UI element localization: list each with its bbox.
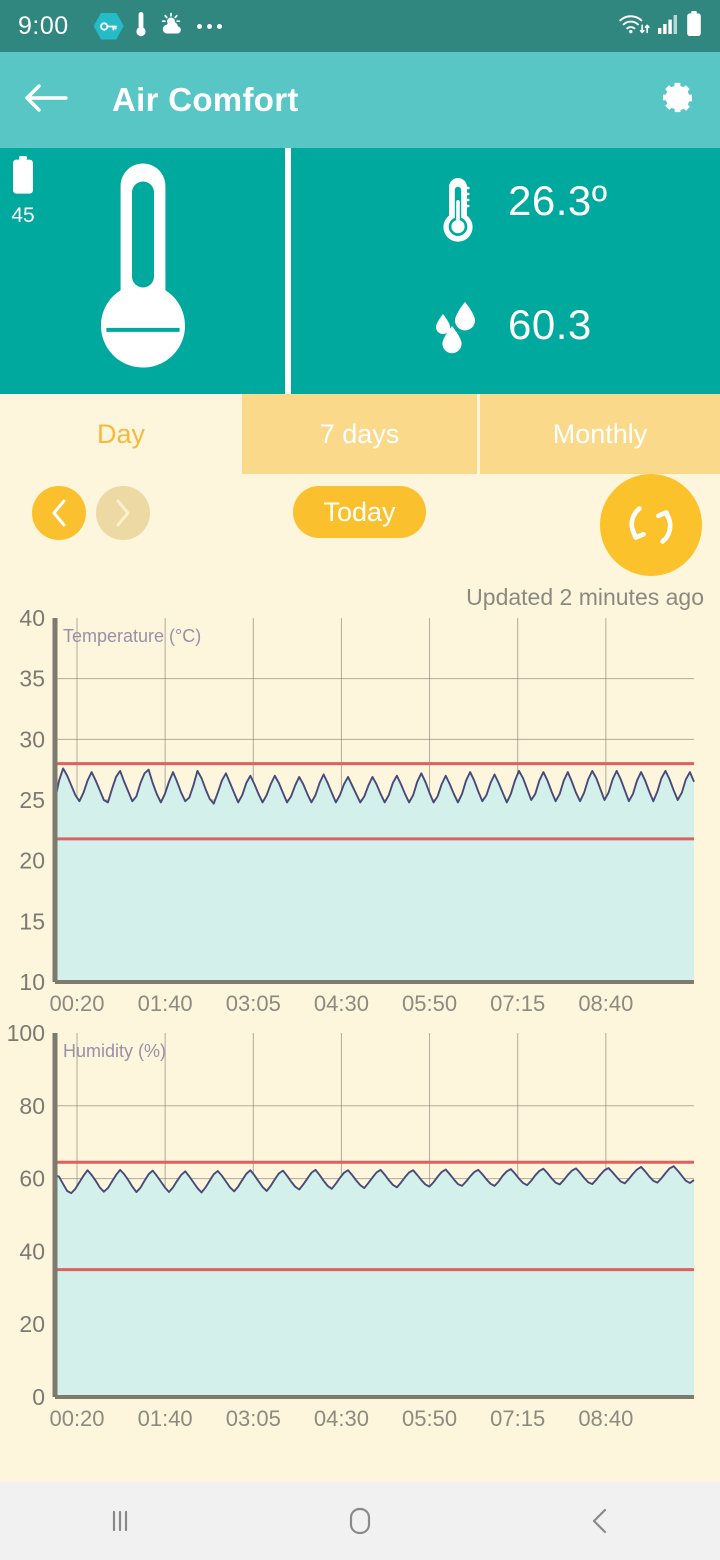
status-bar-clock: 9:00 xyxy=(18,11,69,40)
svg-text:80: 80 xyxy=(19,1093,45,1119)
svg-text:10: 10 xyxy=(19,969,45,995)
previous-day-button[interactable] xyxy=(32,486,86,540)
temperature-reading: 26.3º C xyxy=(430,176,608,242)
svg-text:30: 30 xyxy=(19,726,45,752)
refresh-button[interactable] xyxy=(600,474,702,576)
svg-text:01:40: 01:40 xyxy=(138,1406,193,1431)
device-battery: 45 xyxy=(10,156,36,228)
wifi-icon xyxy=(618,12,650,41)
svg-text:01:40: 01:40 xyxy=(138,991,193,1016)
battery-icon xyxy=(686,10,702,42)
svg-text:40: 40 xyxy=(19,1238,45,1264)
humidity-value-wrap: 60.3 % xyxy=(508,300,592,358)
cellular-signal-icon xyxy=(657,13,679,40)
overflow-dots-icon xyxy=(196,23,222,29)
svg-text:08:40: 08:40 xyxy=(578,991,633,1016)
temperature-value: 26.3º xyxy=(508,177,608,224)
svg-text:05:50: 05:50 xyxy=(402,991,457,1016)
humidity-value: 60.3 xyxy=(508,301,592,348)
home-button[interactable] xyxy=(240,1505,480,1537)
svg-text:15: 15 xyxy=(19,908,45,934)
sensor-summary-panel: 45 26.3º C xyxy=(0,148,720,394)
tab-day[interactable]: Day xyxy=(0,394,242,474)
today-button[interactable]: Today xyxy=(293,486,426,538)
thermometer-reading-icon xyxy=(430,176,486,242)
water-droplets-icon xyxy=(430,300,486,356)
humidity-chart[interactable]: 0 20 40 60 80 100 00:20 01:40 03:05 04:30 05:50 07:… xyxy=(0,1019,720,1434)
svg-text:20: 20 xyxy=(19,848,45,874)
tab-monthly[interactable]: Monthly xyxy=(480,394,720,474)
status-bar-right xyxy=(618,10,702,42)
svg-text:60: 60 xyxy=(19,1166,45,1192)
svg-text:Temperature (°C): Temperature (°C) xyxy=(63,626,201,646)
svg-text:Humidity (%): Humidity (%) xyxy=(63,1041,166,1061)
svg-text:08:40: 08:40 xyxy=(578,1406,633,1431)
svg-text:40: 40 xyxy=(19,605,45,631)
svg-text:35: 35 xyxy=(19,666,45,692)
svg-text:25: 25 xyxy=(19,787,45,813)
vpn-key-icon xyxy=(93,12,124,40)
android-navigation-bar xyxy=(0,1482,720,1560)
weather-partly-cloudy-icon xyxy=(158,12,186,41)
refresh-icon xyxy=(629,506,673,544)
status-bar: 9:00 xyxy=(0,0,720,52)
back-button[interactable] xyxy=(480,1506,720,1536)
svg-text:00:20: 00:20 xyxy=(49,1406,104,1431)
svg-text:04:30: 04:30 xyxy=(314,1406,369,1431)
temperature-value-wrap: 26.3º C xyxy=(508,176,608,234)
svg-text:20: 20 xyxy=(19,1311,45,1337)
svg-text:05:50: 05:50 xyxy=(402,1406,457,1431)
large-thermometer-icon xyxy=(82,160,204,383)
recents-button[interactable] xyxy=(0,1506,240,1536)
app-bar: Air Comfort xyxy=(0,52,720,148)
range-tabs: Day 7 days Monthly xyxy=(0,394,720,474)
humidity-reading: 60.3 % xyxy=(430,300,592,358)
humidity-unit: % xyxy=(508,350,592,358)
svg-text:03:05: 03:05 xyxy=(226,991,281,1016)
svg-text:07:15: 07:15 xyxy=(490,991,545,1016)
tab-7days[interactable]: 7 days xyxy=(242,394,480,474)
temperature-unit: C xyxy=(508,226,608,234)
page-title: Air Comfort xyxy=(112,81,299,118)
next-day-button[interactable] xyxy=(96,486,150,540)
battery-level-icon xyxy=(13,156,33,194)
svg-text:03:05: 03:05 xyxy=(226,1406,281,1431)
svg-text:00:20: 00:20 xyxy=(49,991,104,1016)
thermometer-icon xyxy=(135,11,147,42)
back-icon[interactable] xyxy=(24,82,68,119)
date-controls: Today Updated 2 minutes ago xyxy=(0,474,720,610)
device-visual-panel: 45 xyxy=(0,148,285,394)
svg-text:100: 100 xyxy=(7,1020,45,1046)
temperature-chart[interactable]: 10 15 20 25 30 35 40 00:20 01:40 03:05 04:30 05:50 0… xyxy=(0,604,720,1019)
svg-text:0: 0 xyxy=(32,1384,45,1410)
svg-text:07:15: 07:15 xyxy=(490,1406,545,1431)
status-bar-left: 9:00 xyxy=(18,11,618,42)
battery-level-value: 45 xyxy=(11,204,35,227)
svg-text:04:30: 04:30 xyxy=(314,991,369,1016)
gear-icon[interactable] xyxy=(654,77,696,124)
